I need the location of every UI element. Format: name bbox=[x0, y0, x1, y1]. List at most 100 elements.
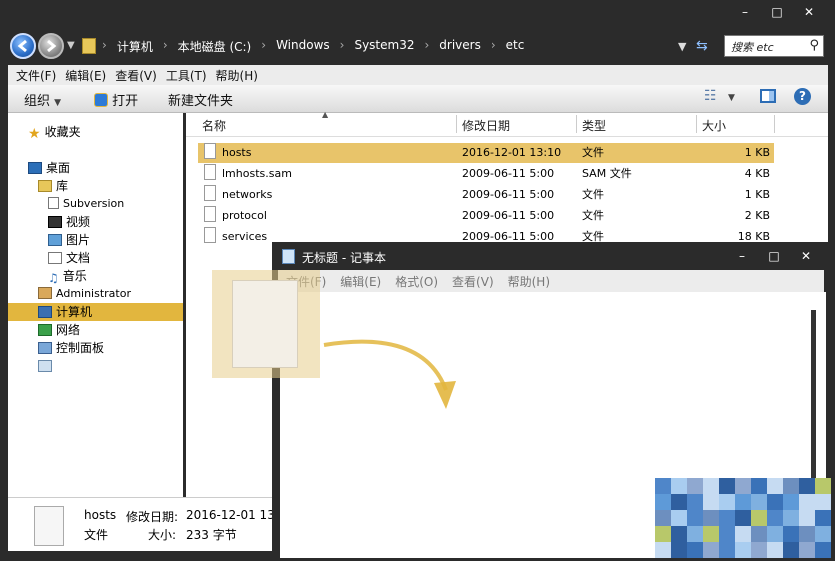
menu-view[interactable]: 查看(V) bbox=[452, 270, 508, 292]
maximize-button[interactable]: □ bbox=[758, 246, 790, 266]
desktop-icon bbox=[28, 162, 42, 174]
details-size-label: 大小: bbox=[148, 528, 177, 542]
library-icon bbox=[38, 180, 52, 192]
view-options-icon[interactable]: ☷ bbox=[704, 88, 717, 104]
maximize-button[interactable]: □ bbox=[761, 2, 793, 22]
crumb-computer[interactable]: 计算机 bbox=[117, 38, 153, 55]
file-icon bbox=[34, 506, 64, 546]
new-folder-button[interactable]: 新建文件夹 bbox=[168, 90, 233, 109]
address-dropdown-icon[interactable]: ▼ bbox=[678, 40, 686, 53]
notepad-title: 无标题 - 记事本 bbox=[302, 251, 386, 265]
crumb-local-disk[interactable]: 本地磁盘 (C:) bbox=[178, 38, 252, 55]
file-name: hosts bbox=[222, 146, 252, 159]
arrow-left-icon bbox=[17, 39, 27, 53]
chevron-right-icon: › bbox=[162, 38, 168, 52]
column-divider[interactable] bbox=[576, 115, 577, 133]
nav-network-label: 网络 bbox=[56, 323, 81, 337]
crumb-system32[interactable]: System32 bbox=[354, 38, 414, 55]
search-input[interactable]: 搜索 etc ⚲ bbox=[724, 35, 824, 57]
menu-edit[interactable]: 编辑(E) bbox=[340, 270, 395, 292]
minimize-button[interactable]: – bbox=[726, 246, 758, 266]
close-button[interactable]: ✕ bbox=[793, 2, 825, 22]
arrow-right-icon bbox=[47, 39, 57, 53]
table-row[interactable]: protocol 2009-06-11 5:00 文件 2 KB bbox=[198, 206, 774, 226]
refresh-icon[interactable]: ⇆ bbox=[696, 38, 708, 54]
file-modified: 2016-12-01 13:10 bbox=[462, 146, 562, 159]
video-icon bbox=[48, 216, 62, 228]
file-size: 1 KB bbox=[744, 188, 770, 201]
organize-label: 组织 bbox=[24, 94, 51, 109]
file-icon bbox=[204, 164, 216, 180]
details-size-value: 233 字节 bbox=[186, 528, 237, 542]
search-icon[interactable]: ⚲ bbox=[809, 38, 819, 53]
breadcrumb[interactable]: › 计算机 › 本地磁盘 (C:) › Windows › System32 ›… bbox=[102, 38, 524, 55]
open-button[interactable]: 打开 bbox=[94, 90, 138, 109]
computer-icon bbox=[38, 306, 52, 318]
history-dropdown-icon[interactable]: ▼ bbox=[67, 40, 75, 51]
crumb-etc[interactable]: etc bbox=[506, 38, 525, 55]
control-panel-icon bbox=[38, 342, 52, 354]
menu-view[interactable]: 查看(V) bbox=[115, 65, 166, 85]
back-button[interactable] bbox=[10, 33, 36, 59]
file-type: 文件 bbox=[582, 188, 604, 201]
navigation-pane: ★ 收藏夹 桌面 库 Subversion 视频 图片 文档 ♫ 音乐 Admini… bbox=[8, 113, 183, 497]
curved-arrow-icon bbox=[323, 339, 456, 409]
forward-button[interactable] bbox=[38, 33, 64, 59]
file-name: networks bbox=[222, 188, 273, 201]
chevron-down-icon: ▼ bbox=[54, 98, 62, 108]
column-type[interactable]: 类型 bbox=[582, 117, 606, 134]
open-label: 打开 bbox=[112, 94, 139, 109]
sort-up-icon: ▲ bbox=[322, 110, 329, 119]
menu-edit[interactable]: 编辑(E) bbox=[65, 65, 115, 85]
star-icon: ★ bbox=[28, 126, 41, 142]
column-modified[interactable]: 修改日期 bbox=[462, 117, 510, 134]
nav-desktop[interactable]: 桌面 bbox=[28, 159, 203, 177]
chevron-down-icon[interactable]: ▼ bbox=[728, 93, 735, 103]
file-icon bbox=[204, 143, 216, 159]
file-size: 1 KB bbox=[744, 146, 770, 159]
chevron-right-icon: › bbox=[490, 38, 496, 52]
preview-pane-icon[interactable] bbox=[760, 89, 776, 107]
menu-tools[interactable]: 工具(T) bbox=[166, 65, 216, 85]
table-row[interactable]: lmhosts.sam 2009-06-11 5:00 SAM 文件 4 KB bbox=[198, 164, 774, 184]
search-placeholder: 搜索 etc bbox=[731, 41, 774, 54]
help-icon[interactable]: ? bbox=[794, 88, 811, 105]
nav-computer[interactable]: 计算机 bbox=[8, 303, 183, 321]
nav-music-label: 音乐 bbox=[62, 269, 87, 283]
nav-favorites[interactable]: ★ 收藏夹 bbox=[28, 123, 203, 142]
nav-libraries-label: 库 bbox=[56, 179, 69, 193]
minimize-button[interactable]: – bbox=[729, 2, 761, 22]
address-row: ▼ › 计算机 › 本地磁盘 (C:) › Windows › System32… bbox=[0, 28, 835, 64]
column-size[interactable]: 大小 bbox=[702, 117, 726, 134]
dragged-file-icon[interactable] bbox=[232, 280, 298, 368]
table-row[interactable]: networks 2009-06-11 5:00 文件 1 KB bbox=[198, 185, 774, 205]
close-button[interactable]: ✕ bbox=[790, 246, 822, 266]
file-name: lmhosts.sam bbox=[222, 167, 292, 180]
file-modified: 2009-06-11 5:00 bbox=[462, 167, 555, 180]
column-divider[interactable] bbox=[456, 115, 457, 133]
menu-bar: 文件(F) 编辑(E) 查看(V) 工具(T) 帮助(H) bbox=[8, 65, 828, 85]
crumb-windows[interactable]: Windows bbox=[276, 38, 330, 55]
menu-help[interactable]: 帮助(H) bbox=[216, 65, 267, 85]
menu-help[interactable]: 帮助(H) bbox=[508, 270, 564, 292]
file-modified: 2009-06-11 5:00 bbox=[462, 188, 555, 201]
nav-videos-label: 视频 bbox=[66, 215, 91, 229]
crumb-drivers[interactable]: drivers bbox=[439, 38, 481, 55]
column-divider[interactable] bbox=[696, 115, 697, 133]
chevron-right-icon: › bbox=[261, 38, 267, 52]
notepad-titlebar[interactable]: 无标题 - 记事本 – □ ✕ bbox=[272, 242, 828, 270]
shield-icon bbox=[94, 93, 108, 107]
music-icon: ♫ bbox=[48, 271, 59, 285]
nav-desktop-label: 桌面 bbox=[46, 161, 71, 175]
notepad-icon bbox=[282, 249, 295, 264]
file-type: 文件 bbox=[582, 146, 604, 159]
organize-button[interactable]: 组织 ▼ bbox=[24, 90, 61, 109]
file-name: protocol bbox=[222, 209, 267, 222]
pixelated-watermark bbox=[655, 478, 835, 558]
table-row[interactable]: hosts 2016-12-01 13:10 文件 1 KB bbox=[198, 143, 774, 163]
details-file-name: hosts bbox=[84, 508, 117, 522]
menu-file[interactable]: 文件(F) bbox=[16, 65, 65, 85]
menu-format[interactable]: 格式(O) bbox=[395, 270, 452, 292]
column-divider[interactable] bbox=[774, 115, 775, 133]
column-name[interactable]: 名称 bbox=[202, 117, 226, 134]
